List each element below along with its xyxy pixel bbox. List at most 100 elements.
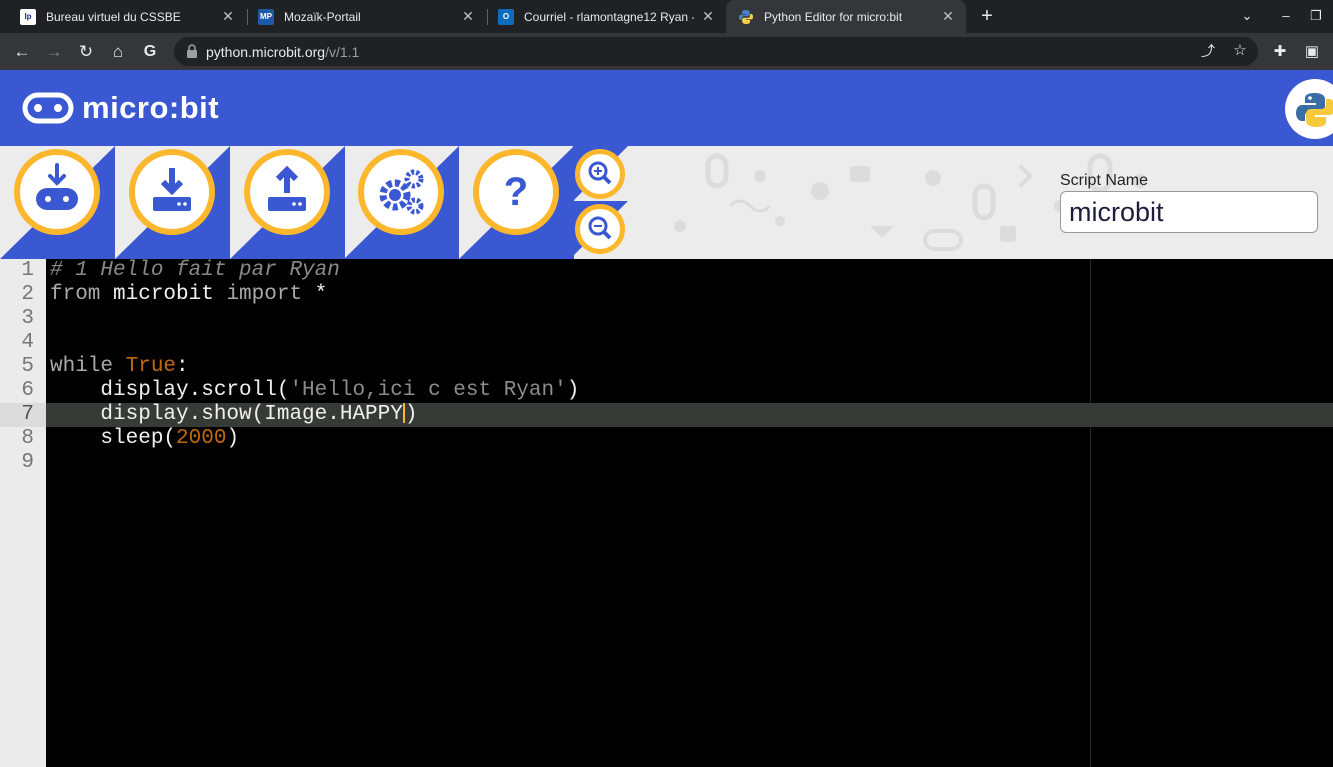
logo-text: micro:bit [82,90,220,125]
identifier-token: display.scroll( [50,379,290,402]
app-header: micro:bit [0,70,1333,146]
line-number: 3 [21,307,34,330]
code-line-2[interactable]: from microbit import * [50,283,327,307]
address-bar[interactable]: python.microbit.org/v/1.1 ⤴ ☆ [174,37,1258,66]
extensions-icon[interactable]: ✚ [1268,40,1292,64]
mozaik-favicon-icon: MP [258,8,274,25]
punctuation-token: ) [566,379,580,402]
tab-mozaik[interactable]: MP Mozaïk-Portail ✕ [248,0,486,33]
zoom-out-button[interactable] [573,201,628,256]
load-upload-icon [268,165,306,211]
tab-title: Courriel - rlamontagne12 Ryan - [524,9,694,24]
load-circle [244,149,330,235]
tab-title: Python Editor for micro:bit [764,9,903,24]
save-button[interactable]: Save [115,146,230,259]
code-line-7[interactable]: display.show(Image.HAPPY) [50,403,417,427]
microbit-face-icon [22,92,74,124]
identifier-token: sleep( [50,427,177,450]
script-name-group: Script Name [1060,172,1318,233]
outlook-favicon-icon: O [498,8,514,25]
tab-python-editor[interactable]: Python Editor for micro:bit ✕ [726,0,966,33]
code-line-1[interactable]: # 1 Hello fait par Ryan [50,259,340,283]
microbit-logo: micro:bit [22,90,219,126]
load-label: Load [273,239,302,254]
question-mark-icon: ? [504,170,528,214]
tab-search-chevron-icon[interactable]: ⌄ [1237,6,1257,26]
new-tab-icon[interactable]: + [977,6,997,26]
identifier-token: microbit [100,283,227,306]
side-panel-icon[interactable]: ▣ [1300,40,1324,64]
cssbe-favicon-icon: lp [20,8,36,25]
punctuation-token: ) [404,403,418,426]
print-margin [1090,259,1091,767]
forward-icon[interactable]: → [42,40,66,64]
line-number: 4 [21,331,34,354]
save-download-icon [153,168,191,211]
snippets-label: Snippets [376,239,427,254]
close-tab-icon[interactable]: ✕ [220,8,236,24]
tab-cssbe[interactable]: lp Bureau virtuel du CSSBE ✕ [8,0,246,33]
close-tab-icon[interactable]: ✕ [700,8,716,24]
code-line-6[interactable]: display.scroll('Hello,ici c est Ryan') [50,379,579,403]
share-icon[interactable]: ⤴ [1196,39,1220,63]
reload-icon[interactable]: ↻ [74,40,98,64]
string-token: 'Hello,ici c est Ryan' [289,379,567,402]
punctuation-token: : [176,355,189,378]
code-editor[interactable]: 1 2 3 4 5 6 7 8 9 # 1 Hello fait par Rya… [0,259,1333,767]
snippets-button[interactable]: Snippets [344,146,459,259]
zoom-out-icon [588,216,612,240]
zoom-in-icon [588,161,612,185]
zoom-in-circle [575,149,625,199]
download-microbit-icon [36,163,78,210]
url-text: python.microbit.org/v/1.1 [206,44,360,60]
script-name-input[interactable] [1060,191,1318,233]
bookmark-star-icon[interactable]: ☆ [1228,39,1252,63]
comment-token: # 1 Hello fait par Ryan [50,259,340,282]
line-number: 5 [21,355,34,378]
zoom-in-button[interactable] [573,146,628,201]
python-favicon-icon [739,9,753,24]
close-tab-icon[interactable]: ✕ [940,8,956,24]
save-circle [129,149,215,235]
snippets-circle [358,149,444,235]
identifier-token: display.show(Image.HAPPY [50,403,403,426]
download-button[interactable]: Download [0,146,115,259]
help-label: Help [503,239,530,254]
script-name-label: Script Name [1060,172,1149,189]
punctuation-token: ) [226,427,240,450]
python-logo [1285,79,1333,139]
line-number: 6 [21,379,34,402]
home-icon[interactable]: ⌂ [106,40,130,64]
zoom-out-circle [575,204,625,254]
minimize-icon[interactable]: – [1276,6,1296,26]
keyword-token: import [226,283,303,306]
save-label: Save [157,239,188,254]
action-toolbar: Download Save Load Snippets ? Help Scrip… [0,146,1333,259]
svg-text:?: ? [504,170,528,214]
google-icon[interactable]: G [138,40,162,64]
tab-outlook[interactable]: O Courriel - rlamontagne12 Ryan - ✕ [488,0,726,33]
back-icon[interactable]: ← [10,40,34,64]
code-line-8[interactable]: sleep(2000) [50,427,239,451]
line-number: 2 [21,283,34,306]
keyword-token: while [50,355,114,378]
load-button[interactable]: Load [230,146,345,259]
keyword-token: from [50,283,101,306]
gears-icon [379,169,424,215]
line-number: 7 [21,403,34,426]
line-number: 1 [21,259,34,282]
code-line-5[interactable]: while True: [50,355,189,379]
help-circle: ? [473,149,559,235]
help-button[interactable]: ? Help [459,146,574,259]
browser-toolbar: ← → ↻ ⌂ G python.microbit.org/v/1.1 ⤴ ☆ … [0,33,1333,70]
line-number: 8 [21,427,34,450]
number-token: 2000 [176,427,227,450]
tab-title: Bureau virtuel du CSSBE [46,9,181,24]
lock-icon [187,44,197,58]
download-circle [14,149,100,235]
operator-token: * [302,283,328,306]
download-label: Download [28,239,87,254]
boolean-token: True [125,355,177,378]
restore-icon[interactable]: ❐ [1306,6,1326,26]
close-tab-icon[interactable]: ✕ [460,8,476,24]
